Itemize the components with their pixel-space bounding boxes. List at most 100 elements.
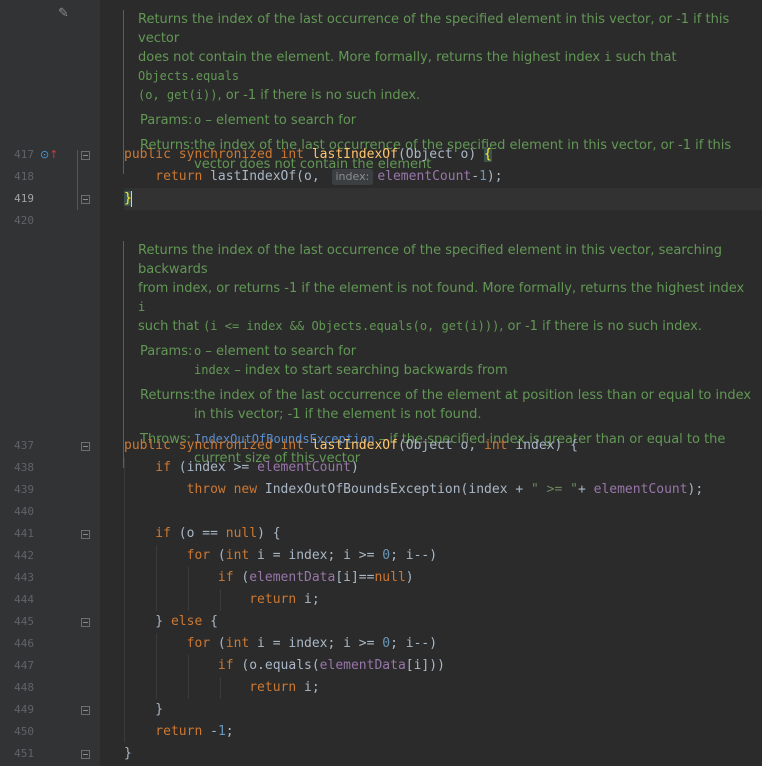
code-text: i = index; i >=	[249, 636, 383, 651]
brace-highlight: {	[484, 147, 492, 162]
code-line-418[interactable]: return lastIndexOf(o, index: elementCount…	[124, 166, 762, 188]
code-text: -	[202, 724, 218, 739]
code-text: index) {	[507, 438, 578, 453]
param-desc: – element to search for	[201, 113, 357, 128]
code-line-437[interactable]: public synchronized int lastIndexOf(Obje…	[124, 435, 762, 457]
line-number: 441	[14, 527, 34, 540]
code-line-450[interactable]: return -1;	[124, 721, 762, 743]
code-text: )	[405, 570, 414, 585]
code-line-442[interactable]: for (int i = index; i >= 0; i--)	[124, 545, 762, 567]
line-number: 443	[14, 571, 34, 584]
parameter-hint: index:	[331, 169, 374, 185]
doc-code: (i <= index && Objects.equals(o, get(i))…	[203, 319, 500, 333]
keyword: return	[124, 592, 297, 607]
code-text: +	[577, 482, 594, 497]
fold-icon[interactable]	[81, 442, 90, 451]
line-number: 437	[14, 439, 34, 452]
line-number: 444	[14, 593, 34, 606]
code-text: i;	[296, 592, 320, 607]
doc-text-line: such that (i <= index && Objects.equals(…	[138, 317, 752, 336]
field-ref: elementCount	[377, 169, 472, 184]
code-text: {	[202, 614, 218, 629]
doc-text: Returns the index of the last occurrence…	[138, 243, 722, 277]
doc-code: i	[138, 300, 146, 314]
keyword: return	[124, 169, 211, 184]
code-text: i;	[296, 680, 320, 695]
code-text: }	[124, 702, 164, 717]
keyword: null	[374, 570, 406, 585]
fold-icon[interactable]	[81, 706, 90, 715]
keyword: throw new	[124, 482, 265, 497]
fold-icon[interactable]	[81, 618, 90, 627]
field-ref: elementData	[319, 658, 406, 673]
code-line-419[interactable]: }	[124, 188, 762, 210]
keyword: for	[124, 636, 211, 651]
doc-params: Params: o – element to search for index …	[124, 342, 762, 380]
code-line-441[interactable]: if (o == null) {	[124, 523, 762, 545]
line-number: 451	[14, 747, 34, 760]
javadoc-description: Returns the index of the last occurrence…	[124, 241, 762, 336]
code-line-451[interactable]: }	[124, 743, 762, 765]
code-line-439[interactable]: throw new IndexOutOfBoundsException(inde…	[124, 479, 762, 501]
keyword: public synchronized int	[124, 147, 312, 162]
code-line-446[interactable]: for (int i = index; i >= 0; i--)	[124, 633, 762, 655]
doc-returns: Returns: the index of the last occurrenc…	[124, 386, 762, 424]
doc-text: , or -1 if there is no such index.	[217, 88, 421, 103]
line-number: 420	[14, 214, 34, 227]
line-number: 447	[14, 659, 34, 672]
line-number: 448	[14, 681, 34, 694]
code-text: [i]))	[405, 658, 445, 673]
doc-text: such that	[611, 50, 677, 65]
code-text: lastIndexOf(o,	[210, 169, 328, 184]
line-number: 417	[14, 148, 34, 161]
doc-text: does not contain the element. More forma…	[138, 50, 605, 65]
code-line-445[interactable]: } else {	[124, 611, 762, 633]
code-text: (index >=	[170, 460, 258, 475]
code-text: (	[210, 636, 226, 651]
line-number: 418	[14, 170, 34, 183]
doc-code: Objects.equals	[138, 69, 240, 83]
code-text: }	[124, 614, 171, 629]
line-number: 445	[14, 615, 34, 628]
doc-text: from index, or returns -1 if the element…	[138, 281, 745, 296]
code-text: i = index; i >=	[249, 548, 383, 563]
number: 1	[217, 724, 226, 739]
param-name: index	[194, 363, 231, 377]
fold-icon[interactable]	[81, 750, 90, 759]
doc-text: , or -1 if there is no such index.	[499, 319, 703, 334]
keyword: int	[225, 548, 250, 563]
code-line-443[interactable]: if (elementData[i]==null)	[124, 567, 762, 589]
params-label: Params:	[140, 113, 193, 128]
doc-params: Params: o – element to search for	[124, 111, 762, 130]
code-text: )	[350, 460, 359, 475]
params-label: Params:	[140, 344, 193, 359]
fold-icon[interactable]	[81, 195, 90, 204]
field-ref: elementCount	[593, 482, 688, 497]
code-text: -	[471, 169, 480, 184]
javadoc-description: Returns the index of the last occurrence…	[124, 10, 762, 105]
code-text: ; i--)	[390, 548, 438, 563]
code-text: ; i--)	[390, 636, 438, 651]
code-line-444[interactable]: return i;	[124, 589, 762, 611]
code-line-417[interactable]: public synchronized int lastIndexOf(Obje…	[124, 144, 762, 166]
fold-icon[interactable]	[81, 151, 90, 160]
keyword: if	[124, 460, 171, 475]
code-line-438[interactable]: if (index >= elementCount)	[124, 457, 762, 479]
code-text: (o.equals(	[233, 658, 320, 673]
fold-icon[interactable]	[81, 530, 90, 539]
code-text: (Object o,	[397, 438, 485, 453]
override-up-icon[interactable]: ⊙↑	[40, 148, 58, 161]
code-line-449[interactable]: }	[124, 699, 762, 721]
method-name: lastIndexOf	[311, 438, 398, 453]
javadoc-rendered-lastindexof-index: Returns the index of the last occurrence…	[123, 241, 762, 468]
line-number: 442	[14, 549, 34, 562]
code-line-447[interactable]: if (o.equals(elementData[i]))	[124, 655, 762, 677]
code-text: }	[124, 746, 132, 761]
doc-code: (o, get(i))	[138, 88, 218, 102]
returns-label: Returns:	[140, 388, 195, 403]
field-ref: elementCount	[257, 460, 351, 475]
code-line-448[interactable]: return i;	[124, 677, 762, 699]
pencil-icon[interactable]: ✎	[58, 6, 69, 21]
text-cursor	[130, 190, 132, 207]
doc-text: such that	[138, 319, 204, 334]
